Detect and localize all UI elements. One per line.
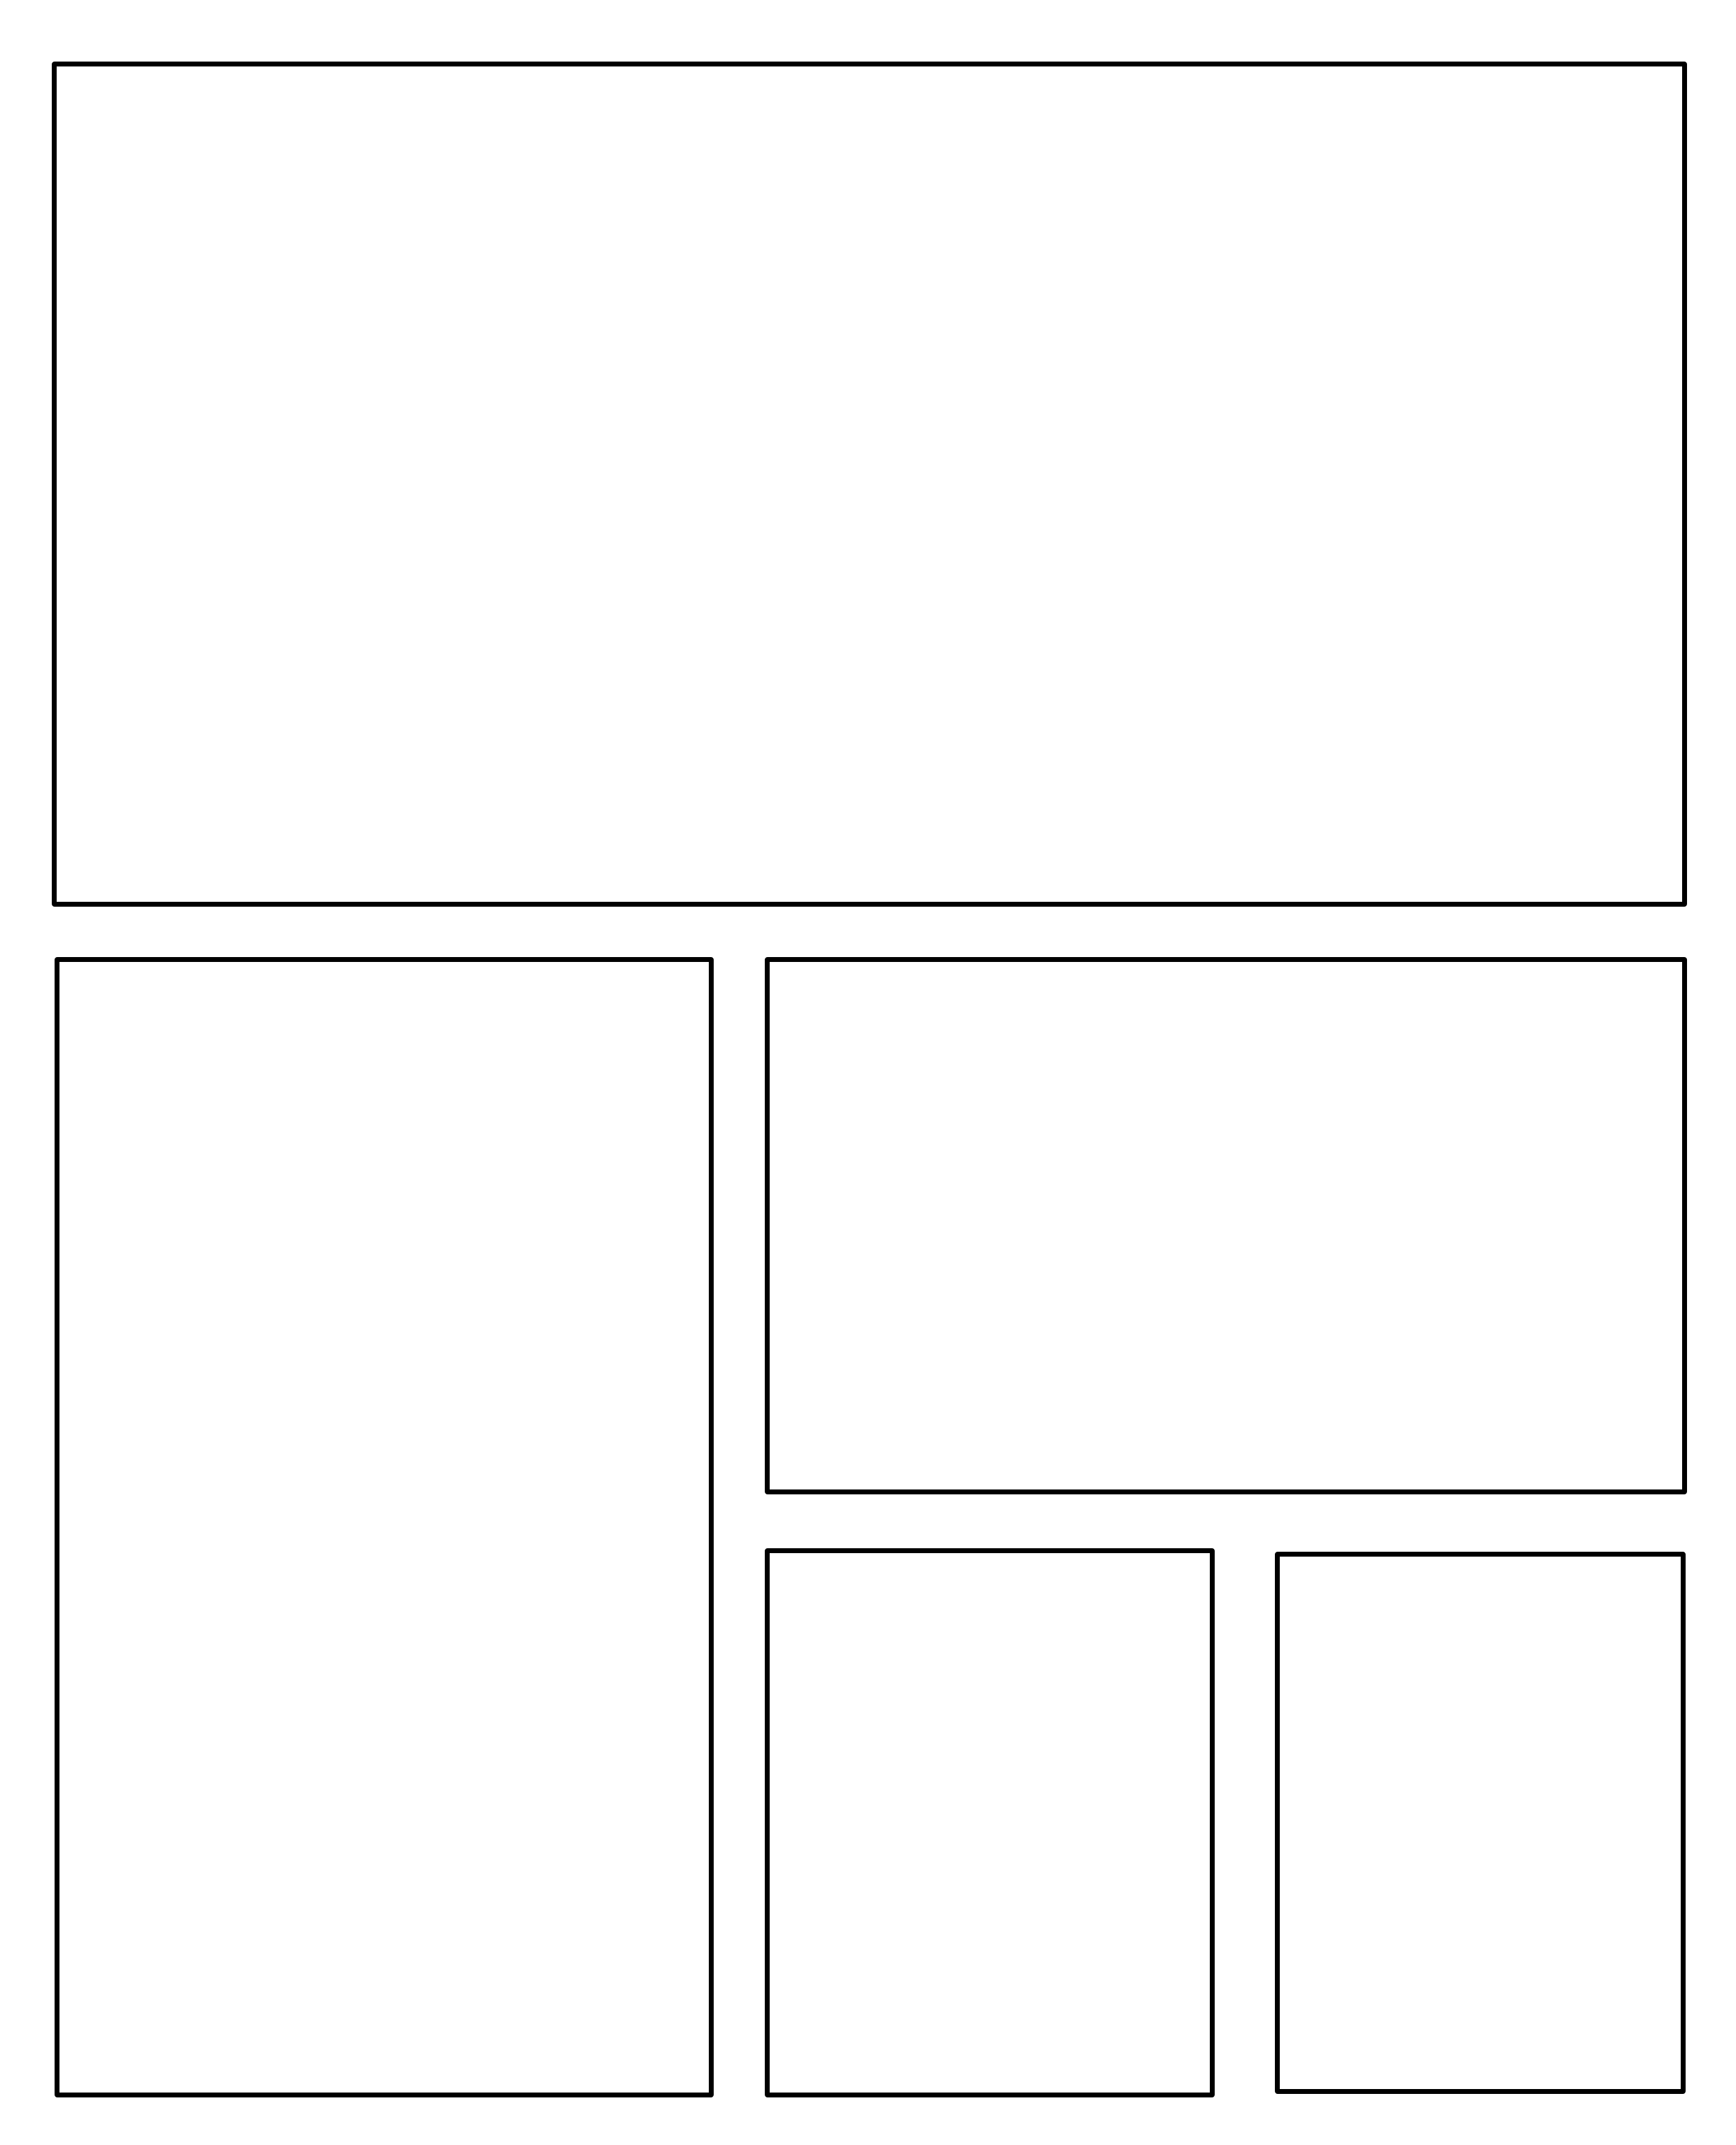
panel-bottom-right [1275, 1552, 1686, 2094]
panel-left-tall [55, 957, 714, 2097]
panel-top-wide [52, 62, 1687, 907]
panel-bottom-middle [765, 1548, 1215, 2097]
panel-right-wide [765, 957, 1687, 1494]
comic-page-template [0, 0, 1736, 2145]
